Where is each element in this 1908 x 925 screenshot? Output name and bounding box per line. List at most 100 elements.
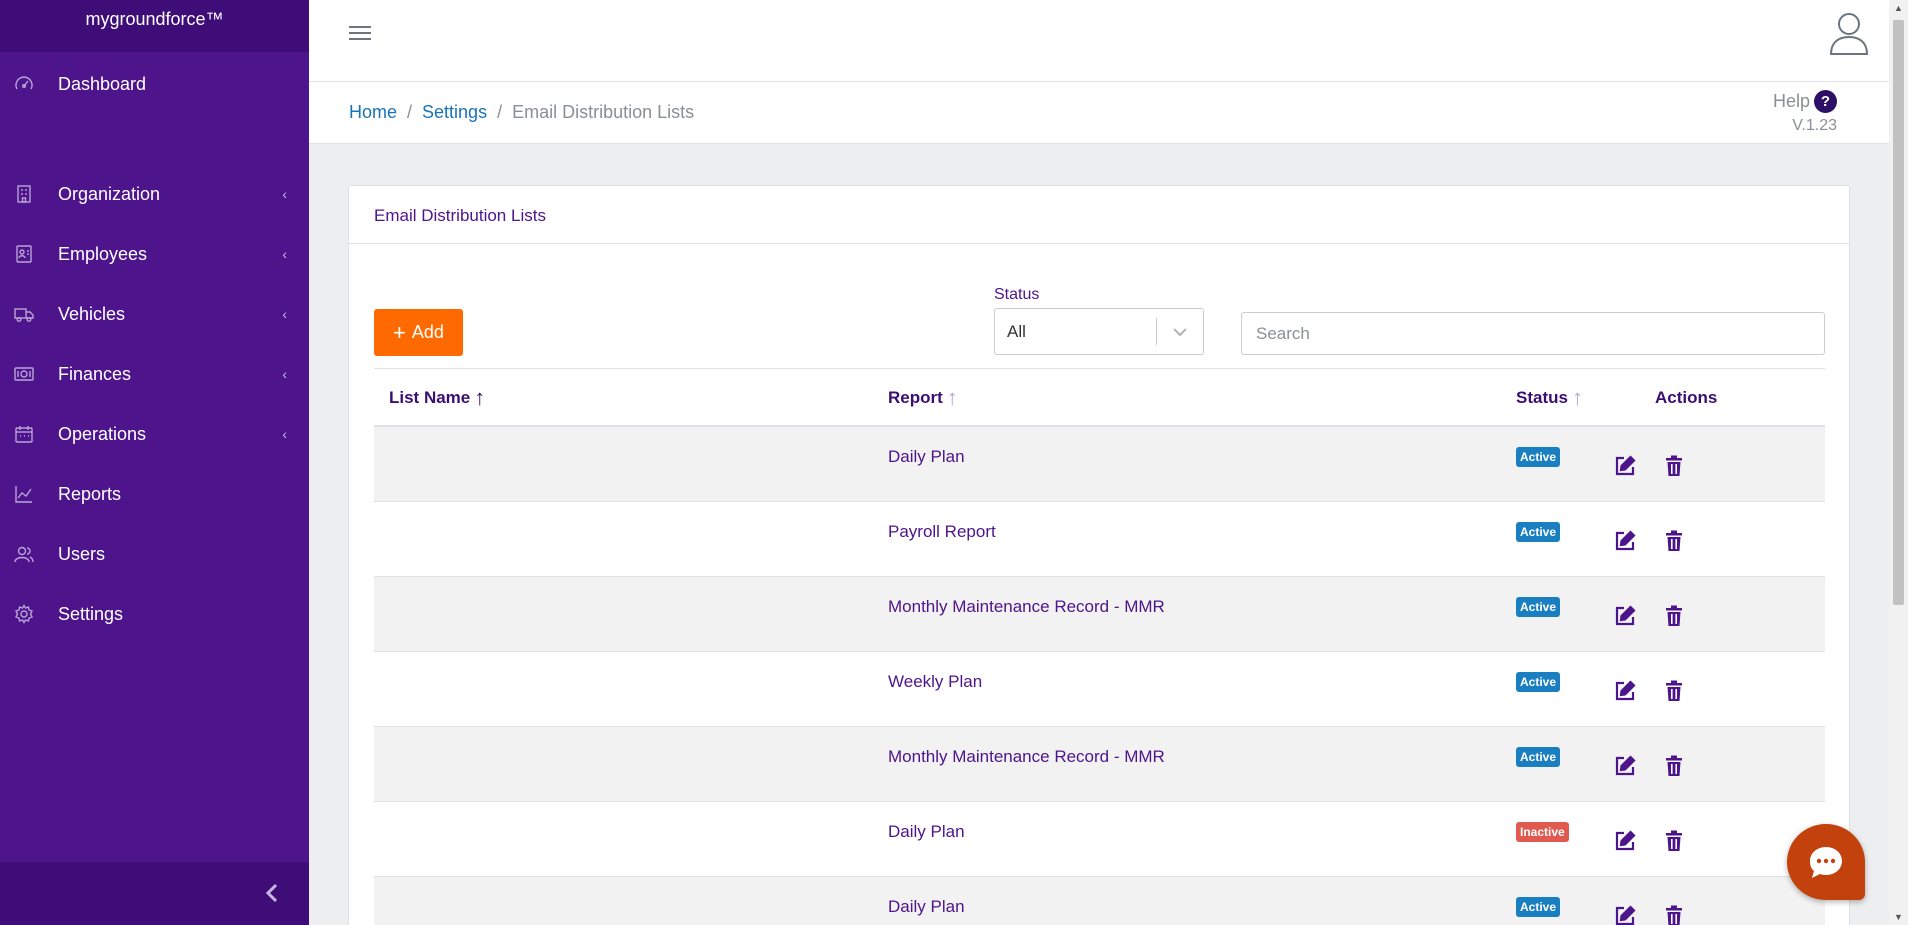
sidebar-item-label: Settings <box>58 603 124 624</box>
column-header-list-name[interactable]: List Name ↑ <box>389 385 486 410</box>
user-icon <box>1829 13 1869 55</box>
page-scrollbar[interactable]: ▲ ▼ <box>1889 0 1908 925</box>
brand-logo: mygroundforce™ <box>0 0 309 52</box>
sidebar: mygroundforce™ Dashboard Organization ‹ Emp… <box>0 0 309 925</box>
chat-bubble-icon <box>1810 847 1842 878</box>
status-badge: Active <box>1516 672 1561 692</box>
edit-icon[interactable] <box>1614 530 1636 552</box>
chevron-left-icon: ‹ <box>282 186 287 202</box>
status-badge: Active <box>1516 747 1561 767</box>
sidebar-item-settings[interactable]: Settings <box>0 594 309 634</box>
top-bar <box>309 0 1889 82</box>
report-cell: Daily Plan <box>888 447 965 466</box>
edit-icon[interactable] <box>1614 755 1636 777</box>
menu-toggle-button[interactable] <box>349 22 373 44</box>
truck-icon <box>14 304 34 324</box>
column-header-status[interactable]: Status ↑ <box>1516 385 1583 410</box>
sidebar-item-label: Organization <box>58 183 161 204</box>
question-circle-icon: ? <box>1814 90 1837 113</box>
table-body: Daily Plan Active Payroll Report Active Mont… <box>374 427 1825 925</box>
add-button[interactable]: + Add <box>374 309 463 356</box>
user-avatar-button[interactable] <box>1829 10 1869 56</box>
sort-arrow-up-icon: ↑ <box>1571 385 1583 410</box>
chevron-left-icon: ‹ <box>282 366 287 382</box>
report-cell: Payroll Report <box>888 522 996 541</box>
gear-icon <box>14 604 34 624</box>
table-row: Monthly Maintenance Record - MMR Active <box>374 727 1825 802</box>
trash-icon[interactable] <box>1664 680 1684 702</box>
chat-widget-button[interactable] <box>1787 824 1865 900</box>
report-cell: Daily Plan <box>888 897 965 916</box>
chevron-left-icon: ‹ <box>282 306 287 322</box>
status-filter-select[interactable]: All <box>994 308 1204 355</box>
column-header-report[interactable]: Report ↑ <box>888 385 958 410</box>
scroll-down-arrow-icon[interactable]: ▼ <box>1889 909 1908 925</box>
edit-icon[interactable] <box>1614 455 1636 477</box>
breadcrumb: Home / Settings / Email Distribution Lis… <box>349 102 694 123</box>
status-badge: Active <box>1516 447 1561 467</box>
id-card-icon <box>14 244 34 264</box>
sidebar-item-organization[interactable]: Organization ‹ <box>0 174 309 214</box>
sidebar-item-label: Employees <box>58 243 148 264</box>
sidebar-item-reports[interactable]: Reports <box>0 474 309 514</box>
breadcrumb-home-link[interactable]: Home <box>349 102 397 123</box>
report-cell: Daily Plan <box>888 822 965 841</box>
trash-icon[interactable] <box>1664 830 1684 852</box>
sort-arrow-up-icon: ↑ <box>474 385 486 410</box>
breadcrumb-bar: Home / Settings / Email Distribution Lis… <box>309 82 1889 144</box>
search-input[interactable] <box>1241 312 1825 355</box>
trash-icon[interactable] <box>1664 605 1684 627</box>
table-row: Payroll Report Active <box>374 502 1825 577</box>
sidebar-item-users[interactable]: Users <box>0 534 309 574</box>
table-row: Daily Plan Inactive <box>374 802 1825 877</box>
report-cell: Weekly Plan <box>888 672 983 691</box>
version-label: V.1.23 <box>1792 117 1837 134</box>
sidebar-item-label: Reports <box>58 483 122 504</box>
help-label: Help <box>1772 91 1810 111</box>
sidebar-item-dashboard[interactable]: Dashboard <box>0 64 309 104</box>
breadcrumb-current: Email Distribution Lists <box>512 102 695 122</box>
sort-arrow-up-icon: ↑ <box>946 385 958 410</box>
sidebar-item-label: Dashboard <box>58 73 147 94</box>
sidebar-item-label: Operations <box>58 423 147 444</box>
sidebar-item-operations[interactable]: Operations ‹ <box>0 414 309 454</box>
edit-icon[interactable] <box>1614 905 1636 925</box>
line-chart-icon <box>14 484 34 504</box>
edit-icon[interactable] <box>1614 830 1636 852</box>
status-badge: Active <box>1516 897 1561 917</box>
sidebar-item-label: Finances <box>58 363 132 384</box>
sidebar-item-label: Users <box>58 543 106 564</box>
chevron-left-icon <box>265 883 278 903</box>
scroll-up-arrow-icon[interactable]: ▲ <box>1889 0 1908 16</box>
trash-icon[interactable] <box>1664 530 1684 552</box>
sidebar-item-finances[interactable]: Finances ‹ <box>0 354 309 394</box>
breadcrumb-separator: / <box>407 102 413 122</box>
trash-icon[interactable] <box>1664 755 1684 777</box>
edit-icon[interactable] <box>1614 605 1636 627</box>
chevron-down-icon <box>1157 327 1203 337</box>
sidebar-footer <box>0 862 309 925</box>
scrollbar-thumb[interactable] <box>1893 20 1904 605</box>
collapse-sidebar-button[interactable] <box>259 880 285 906</box>
breadcrumb-settings-link[interactable]: Settings <box>422 102 487 123</box>
status-filter-value: All <box>1007 321 1026 341</box>
column-header-actions: Actions <box>1655 388 1718 407</box>
chevron-left-icon: ‹ <box>282 426 287 442</box>
calendar-icon <box>14 424 34 444</box>
trash-icon[interactable] <box>1664 455 1684 477</box>
trash-icon[interactable] <box>1664 905 1684 925</box>
card-title: Email Distribution Lists <box>349 186 1849 244</box>
status-badge: Inactive <box>1516 822 1569 842</box>
hamburger-icon <box>349 26 371 28</box>
dashboard-icon <box>14 74 34 94</box>
building-icon <box>14 184 34 204</box>
add-button-label: Add <box>411 322 444 342</box>
table-row: Monthly Maintenance Record - MMR Active <box>374 577 1825 652</box>
sidebar-item-employees[interactable]: Employees ‹ <box>0 234 309 274</box>
money-icon <box>14 364 34 384</box>
sidebar-item-vehicles[interactable]: Vehicles ‹ <box>0 294 309 334</box>
edit-icon[interactable] <box>1614 680 1636 702</box>
email-lists-card: Email Distribution Lists + Add Status Al… <box>348 185 1850 925</box>
distribution-lists-table: List Name ↑ Report ↑ Status ↑ Actions Da… <box>374 368 1825 925</box>
help-link[interactable]: Help ? <box>1773 90 1837 113</box>
